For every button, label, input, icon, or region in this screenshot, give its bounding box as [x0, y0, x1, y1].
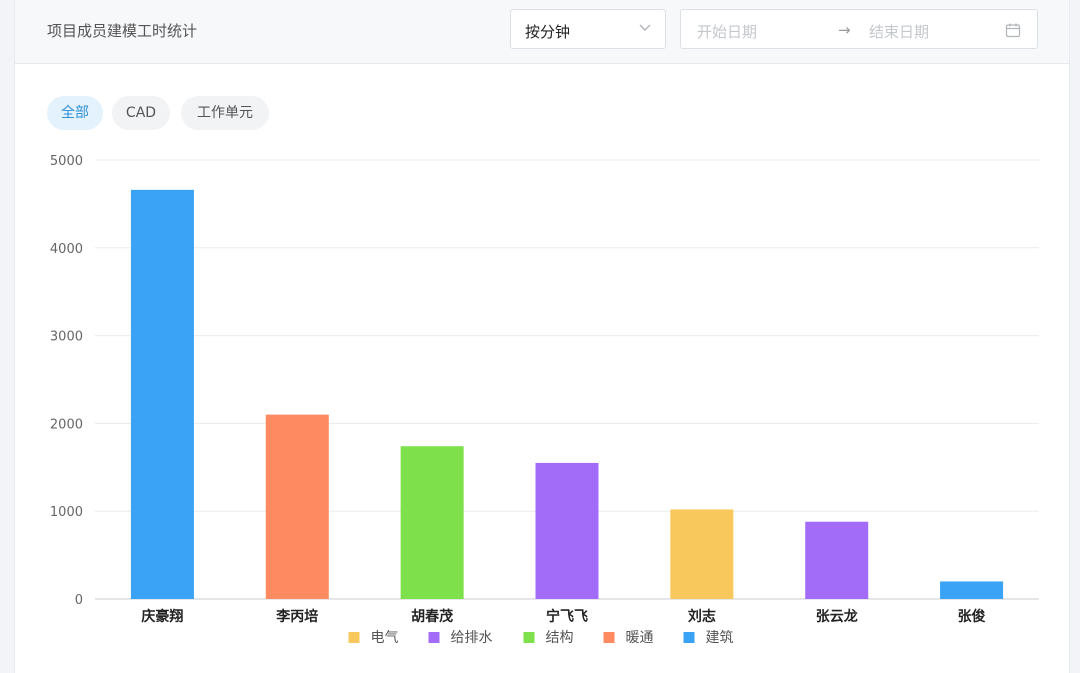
unit-select-value: 按分钟	[525, 23, 571, 41]
bar	[940, 581, 1004, 599]
end-date-input[interactable]: 结束日期	[869, 21, 929, 42]
x-tick-label: 李丙培	[275, 608, 318, 625]
calendar-icon[interactable]	[1005, 22, 1021, 38]
legend-swatch	[348, 632, 360, 643]
chevron-down-icon	[639, 24, 651, 31]
range-arrow-icon: →	[838, 21, 851, 39]
x-tick-label: 张云龙	[816, 608, 858, 625]
x-tick-label: 刘志	[688, 608, 716, 625]
bar	[400, 446, 464, 599]
chart-card: 项目成员建模工时统计 按分钟 开始日期 → 结束日期 全部 CAD 工作单元 0…	[14, 0, 1070, 673]
legend-label: 暖通	[626, 630, 654, 646]
legend-label: 电气	[371, 630, 399, 646]
tab-cad[interactable]: CAD	[112, 96, 170, 130]
bar-chart: 0 1000 2000 3000 4000 5000 庆豪翔 李丙培 胡春茂 宁飞飞 刘志 张云龙 张俊…	[50, 154, 1039, 646]
bar	[130, 189, 194, 600]
date-range-picker[interactable]: 开始日期 → 结束日期	[680, 9, 1038, 49]
y-tick-label: 3000	[50, 330, 83, 345]
start-date-input[interactable]: 开始日期	[697, 21, 757, 42]
legend-swatch	[603, 632, 615, 643]
legend-label: 结构	[546, 630, 574, 646]
x-tick-label: 胡春茂	[411, 608, 453, 625]
y-tick-label: 2000	[50, 417, 83, 432]
legend-swatch	[683, 632, 695, 643]
legend-label: 建筑	[706, 630, 734, 646]
bar	[805, 521, 869, 599]
x-tick-label: 庆豪翔	[141, 608, 183, 625]
y-tick-label: 0	[75, 593, 83, 608]
y-tick-label: 1000	[50, 505, 83, 520]
legend-swatch	[523, 632, 535, 643]
card-header: 项目成员建模工时统计 按分钟 开始日期 → 结束日期	[15, 0, 1069, 64]
x-tick-label: 宁飞飞	[546, 608, 588, 625]
bar	[265, 414, 329, 599]
legend-swatch	[428, 632, 440, 643]
x-tick-label: 张俊	[958, 608, 986, 625]
bar	[670, 509, 734, 599]
y-tick-label: 5000	[50, 154, 83, 169]
tab-work-unit[interactable]: 工作单元	[181, 96, 269, 130]
legend-label: 给排水	[451, 630, 493, 646]
unit-select[interactable]: 按分钟	[510, 9, 666, 49]
bar	[535, 462, 599, 599]
tab-all[interactable]: 全部	[47, 96, 103, 130]
page-title: 项目成员建模工时统计	[47, 22, 198, 40]
y-tick-label: 4000	[50, 242, 83, 257]
